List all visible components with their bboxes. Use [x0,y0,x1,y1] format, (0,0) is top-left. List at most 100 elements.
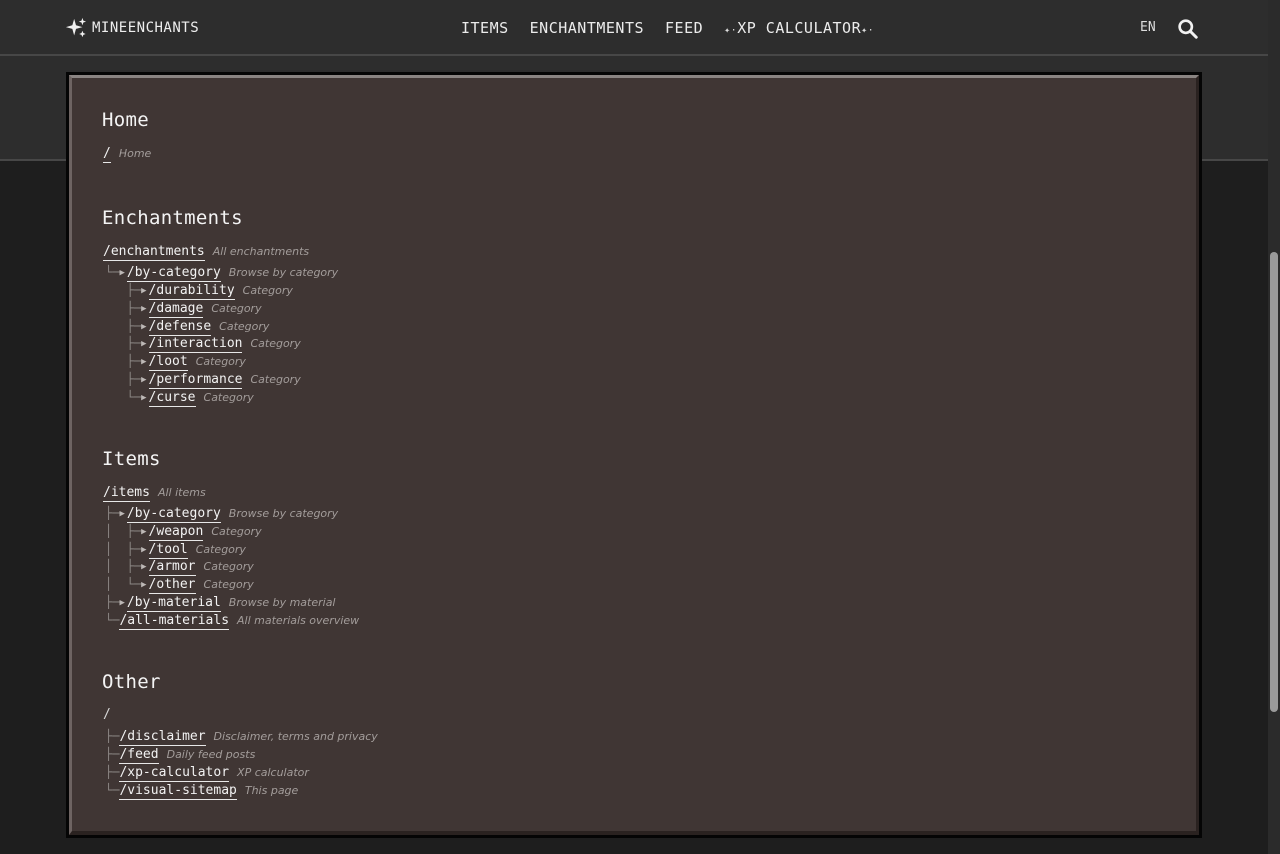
sitemap-link-tool[interactable]: /tool [148,542,188,559]
sitemap-link-damage[interactable]: /damage [148,301,204,318]
nav-feed[interactable]: FEED [665,19,703,37]
sitemap-desc: Category [203,391,254,404]
sparkle-left-icon: ✦· [724,25,738,36]
tree-guide: ├─ [105,747,120,761]
sitemap-link-items[interactable]: /items [103,485,150,502]
sitemap-row-disclaimer: ├─ /disclaimer Disclaimer, terms and pri… [105,729,378,746]
sitemap-link-disclaimer[interactable]: /disclaimer [119,729,206,746]
section-title-items: Items [102,448,161,470]
nav-xp-calculator-label: XP CALCULATOR [737,19,862,37]
site-logo[interactable]: MINEENCHANTS [65,17,199,39]
language-switcher[interactable]: EN [1140,20,1156,35]
tree-guide: ├─ [105,372,142,386]
expand-arrow-icon: ▶ [141,393,147,403]
sitemap-row-xp-calculator: ├─ /xp-calculator XP calculator [105,765,309,782]
sitemap-panel [66,72,1202,838]
sitemap-desc: Browse by category [228,507,339,520]
sitemap-row-all-materials: └─ /all-materials All materials overview [105,613,359,630]
sparkle-right-icon: ✦· [861,25,875,36]
expand-arrow-icon: ▶ [119,598,125,608]
page-scrollbar[interactable] [1268,0,1280,854]
sitemap-desc: Category [211,302,262,315]
tree-guide: ├─ [105,319,142,333]
expand-arrow-icon: ▶ [119,268,125,278]
sitemap-link-by-material[interactable]: /by-material [126,595,221,612]
scrollbar-thumb[interactable] [1270,252,1278,712]
sitemap-row-visual-sitemap: └─ /visual-sitemap This page [105,783,298,800]
sitemap-row-items-by-category: ├─ ▶ /by-category Browse by category [105,506,338,523]
sitemap-desc: Browse by material [228,596,336,609]
tree-guide: └─ [105,613,120,627]
sitemap-desc: This page [244,784,299,797]
sitemap-desc: Category [211,525,262,538]
expand-arrow-icon: ▶ [141,339,147,349]
sitemap-link-root[interactable]: / [103,146,111,163]
expand-arrow-icon: ▶ [141,286,147,296]
tree-guide: │ └─ [105,577,142,591]
sitemap-link-loot[interactable]: /loot [148,354,188,371]
tree-guide: ├─ [105,301,142,315]
sitemap-desc: Category [195,543,246,556]
sitemap-desc: Category [219,320,270,333]
sitemap-row-tool: │ ├─ ▶ /tool Category [105,542,246,559]
sitemap-link-by-category[interactable]: /by-category [126,506,221,523]
sitemap-desc: Home [118,147,152,160]
tree-guide: ├─ [105,506,120,520]
sitemap-link-interaction[interactable]: /interaction [148,336,243,353]
search-icon[interactable] [1177,18,1198,43]
tree-guide: │ ├─ [105,524,142,538]
sitemap-row-by-material: ├─ ▶ /by-material Browse by material [105,595,336,612]
nav-xp-calculator[interactable]: ✦·XP CALCULATOR✦· [724,19,874,37]
sitemap-root-path: / [103,707,111,722]
tree-guide: ├─ [105,729,120,743]
tree-guide: └─ [105,265,120,279]
main-nav: ITEMS ENCHANTMENTS FEED ✦·XP CALCULATOR✦… [461,17,874,39]
sitemap-row-other-root: / [103,707,111,722]
sitemap-link-weapon[interactable]: /weapon [148,524,204,541]
sitemap-link-curse[interactable]: /curse [148,390,196,407]
sitemap-link-visual-sitemap[interactable]: /visual-sitemap [119,783,237,800]
sitemap-desc: Disclaimer, terms and privacy [213,730,378,743]
sitemap-row-performance: ├─ ▶ /performance Category [105,372,301,389]
sitemap-desc: Category [203,560,254,573]
sitemap-link-performance[interactable]: /performance [148,372,243,389]
sitemap-row-enchantments: /enchantments All enchantments [103,244,309,261]
sitemap-desc: Category [242,284,293,297]
site-logo-text: MINEENCHANTS [92,20,200,36]
sitemap-row-weapon: │ ├─ ▶ /weapon Category [105,524,262,541]
section-title-home: Home [102,109,149,131]
sitemap-link-other[interactable]: /other [148,577,196,594]
sitemap-link-enchantments[interactable]: /enchantments [103,244,205,261]
sitemap-row-defense: ├─ ▶ /defense Category [105,319,269,336]
sitemap-panel-bevel [69,75,1199,835]
sitemap-desc: Category [250,337,301,350]
nav-items[interactable]: ITEMS [461,19,509,37]
sitemap-row-feed: ├─ /feed Daily feed posts [105,747,255,764]
sitemap-row-other-items: │ └─ ▶ /other Category [105,577,254,594]
top-navbar: MINEENCHANTS ITEMS ENCHANTMENTS FEED ✦·X… [0,0,1268,56]
expand-arrow-icon: ▶ [141,562,147,572]
sitemap-link-xp-calculator[interactable]: /xp-calculator [119,765,230,782]
expand-arrow-icon: ▶ [119,509,125,519]
sitemap-row-loot: ├─ ▶ /loot Category [105,354,246,371]
sitemap-link-feed[interactable]: /feed [119,747,159,764]
sparkles-icon [65,17,87,39]
tree-guide: └─ [105,783,120,797]
sitemap-link-armor[interactable]: /armor [148,559,196,576]
sitemap-link-defense[interactable]: /defense [148,319,212,336]
sitemap-link-by-category[interactable]: /by-category [126,265,221,282]
tree-guide: │ ├─ [105,559,142,573]
nav-enchantments[interactable]: ENCHANTMENTS [530,19,644,37]
sitemap-link-all-materials[interactable]: /all-materials [119,613,230,630]
expand-arrow-icon: ▶ [141,527,147,537]
sitemap-desc: XP calculator [237,766,309,779]
tree-guide: ├─ [105,336,142,350]
expand-arrow-icon: ▶ [141,580,147,590]
sitemap-row-curse: └─ ▶ /curse Category [105,390,254,407]
expand-arrow-icon: ▶ [141,304,147,314]
sitemap-row-enchantments-by-category: └─ ▶ /by-category Browse by category [105,265,338,282]
sitemap-desc: All items [157,486,206,499]
sitemap-link-durability[interactable]: /durability [148,283,235,300]
sitemap-row-durability: ├─ ▶ /durability Category [105,283,293,300]
section-title-other: Other [102,671,161,693]
